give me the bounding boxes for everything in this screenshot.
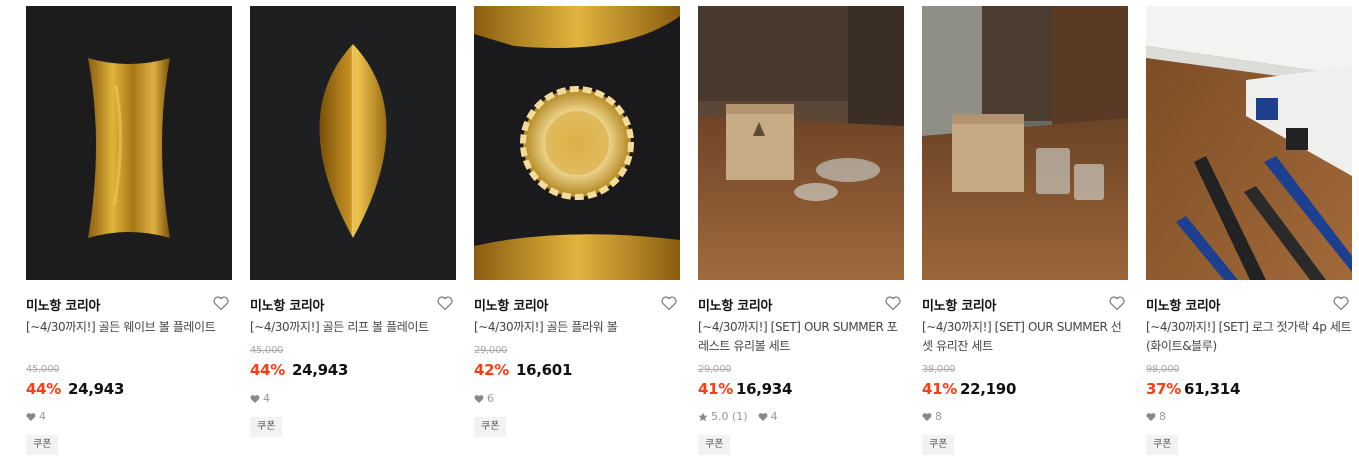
like-count: 8: [922, 410, 942, 423]
heart-filled-icon: [922, 412, 932, 422]
original-price: 29,000: [474, 345, 508, 356]
coupon-badge: 쿠폰: [26, 435, 59, 455]
coupon-badge: 쿠폰: [250, 417, 283, 437]
product-card[interactable]: 미노항 코리아 [~4/30까지!] [SET] OUR SUMMER 선셋 유…: [922, 6, 1128, 466]
product-image[interactable]: [698, 6, 904, 280]
product-title[interactable]: [~4/30까지!] [SET] OUR SUMMER 포레스트 유리볼 세트: [698, 318, 904, 356]
like-count-value: 8: [935, 410, 942, 423]
original-price: 45,000: [250, 345, 284, 356]
brand-row: 미노항 코리아: [698, 294, 904, 314]
heart-icon[interactable]: [1108, 294, 1126, 312]
heart-filled-icon: [758, 412, 768, 422]
brand-row: 미노항 코리아: [26, 294, 232, 314]
like-count-value: 8: [1159, 410, 1166, 423]
product-image[interactable]: [250, 6, 456, 280]
brand-name[interactable]: 미노항 코리아: [250, 295, 324, 314]
heart-filled-icon: [474, 394, 484, 404]
product-card[interactable]: 미노항 코리아 [~4/30까지!] 골든 플라워 볼 29,000 42% 1…: [474, 6, 680, 466]
discount-rate: 42%: [474, 361, 510, 379]
heart-icon[interactable]: [212, 294, 230, 312]
glass-cup-set-image: [922, 6, 1128, 280]
product-grid: 미노항 코리아 [~4/30까지!] 골든 웨이브 볼 플레이트 45,000 …: [0, 0, 1359, 466]
discount-rate: 37%: [1146, 380, 1182, 398]
discount-rate: 41%: [698, 380, 734, 398]
coupon-badge: 쿠폰: [922, 435, 955, 455]
original-price: 45,000: [26, 364, 60, 375]
heart-icon[interactable]: [660, 294, 678, 312]
product-title[interactable]: [~4/30까지!] [SET] OUR SUMMER 선셋 유리잔 세트: [922, 318, 1128, 356]
product-image[interactable]: [474, 6, 680, 280]
like-count: 8: [1146, 410, 1166, 423]
product-image[interactable]: [922, 6, 1128, 280]
original-price: 38,000: [922, 364, 956, 375]
glass-bowl-set-image: [698, 6, 904, 280]
product-card[interactable]: 미노항 코리아 [~4/30까지!] [SET] 로그 젓가락 4p 세트 (화…: [1146, 6, 1352, 466]
product-title[interactable]: [~4/30까지!] 골든 플라워 볼: [474, 318, 680, 337]
heart-icon[interactable]: [884, 294, 902, 312]
like-count-value: 4: [263, 392, 270, 405]
gold-leaf-plate-image: [250, 6, 456, 280]
brand-row: 미노항 코리아: [250, 294, 456, 314]
brand-name[interactable]: 미노항 코리아: [698, 295, 772, 314]
brand-name[interactable]: 미노항 코리아: [922, 295, 996, 314]
like-count: 6: [474, 392, 494, 405]
product-title[interactable]: [~4/30까지!] 골든 리프 볼 플레이트: [250, 318, 456, 337]
rating-value: 5.0 (1): [711, 410, 748, 423]
coupon-badge: 쿠폰: [1146, 435, 1179, 455]
review-like-row: 5.0 (1) 4: [698, 410, 778, 423]
like-count-value: 6: [487, 392, 494, 405]
discount-rate: 41%: [922, 380, 958, 398]
chopsticks-set-image: [1146, 6, 1352, 280]
heart-filled-icon: [1146, 412, 1156, 422]
star-icon: [698, 412, 708, 422]
heart-filled-icon: [26, 412, 36, 422]
sale-price: 24,943: [292, 361, 349, 379]
sale-price: 16,934: [736, 380, 793, 398]
discount-rate: 44%: [250, 361, 286, 379]
brand-name[interactable]: 미노항 코리아: [1146, 295, 1220, 314]
heart-icon[interactable]: [1332, 294, 1350, 312]
discount-rate: 44%: [26, 380, 62, 398]
brand-name[interactable]: 미노항 코리아: [26, 295, 100, 314]
brand-row: 미노항 코리아: [474, 294, 680, 314]
product-title[interactable]: [~4/30까지!] 골든 웨이브 볼 플레이트: [26, 318, 232, 337]
like-count: 4: [250, 392, 270, 405]
sale-price: 24,943: [68, 380, 125, 398]
product-card[interactable]: 미노항 코리아 [~4/30까지!] 골든 웨이브 볼 플레이트 45,000 …: [26, 6, 232, 466]
heart-filled-icon: [250, 394, 260, 404]
like-count-value: 4: [770, 410, 778, 423]
gold-flower-bowl-image: [474, 6, 680, 280]
brand-row: 미노항 코리아: [922, 294, 1128, 314]
product-card[interactable]: 미노항 코리아 [~4/30까지!] [SET] OUR SUMMER 포레스트…: [698, 6, 904, 466]
product-image[interactable]: [26, 6, 232, 280]
sale-price: 22,190: [960, 380, 1017, 398]
original-price: 98,000: [1146, 364, 1180, 375]
heart-icon[interactable]: [436, 294, 454, 312]
product-image[interactable]: [1146, 6, 1352, 280]
sale-price: 61,314: [1184, 380, 1241, 398]
like-count-value: 4: [39, 410, 46, 423]
brand-name[interactable]: 미노항 코리아: [474, 295, 548, 314]
like-count: 4: [26, 410, 46, 423]
coupon-badge: 쿠폰: [698, 435, 731, 455]
original-price: 29,000: [698, 364, 732, 375]
brand-row: 미노항 코리아: [1146, 294, 1352, 314]
product-title[interactable]: [~4/30까지!] [SET] 로그 젓가락 4p 세트 (화이트&블루): [1146, 318, 1352, 356]
coupon-badge: 쿠폰: [474, 417, 507, 437]
product-card[interactable]: 미노항 코리아 [~4/30까지!] 골든 리프 볼 플레이트 45,000 4…: [250, 6, 456, 466]
sale-price: 16,601: [516, 361, 573, 379]
gold-wave-plate-image: [26, 6, 232, 280]
